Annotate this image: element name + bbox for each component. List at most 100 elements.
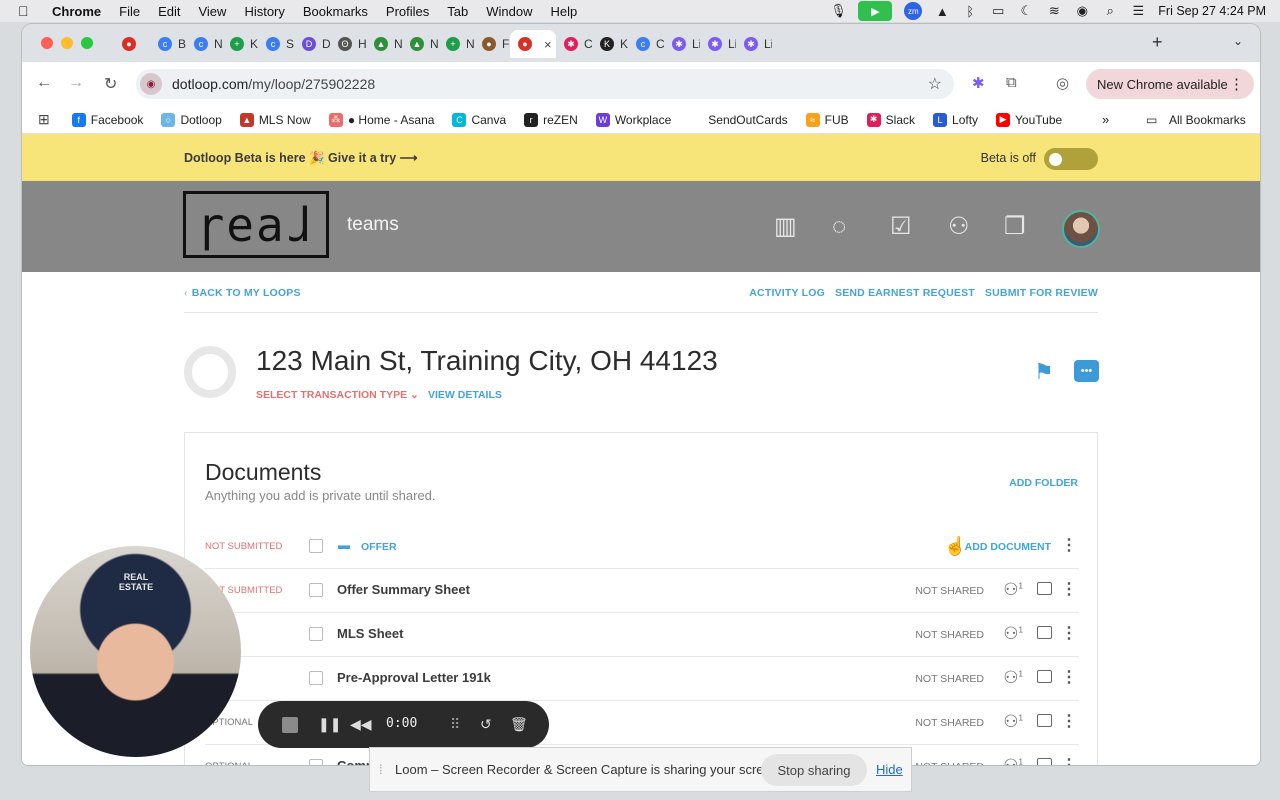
menu-edit[interactable]: Edit	[158, 4, 180, 19]
more-vertical-icon[interactable]: ⋮	[1061, 711, 1077, 731]
folder-name[interactable]: OFFER	[361, 541, 397, 553]
comment-icon[interactable]	[1037, 758, 1052, 765]
stop-sharing-button[interactable]: Stop sharing	[761, 754, 867, 786]
activity-log-link[interactable]: ACTIVITY LOG	[749, 287, 825, 299]
contacts-person-icon[interactable]: ⚇	[948, 215, 970, 239]
document-name[interactable]: Pre-Approval Letter 191k	[337, 670, 491, 685]
browser-tab[interactable]: c Ne	[186, 30, 222, 58]
user-avatar[interactable]	[1064, 212, 1098, 246]
add-folder-link[interactable]: ADD FOLDER	[1009, 477, 1078, 489]
loops-circle-icon[interactable]: ◌	[832, 215, 846, 239]
bookmark-item[interactable]: r reZEN	[524, 112, 578, 127]
participants-icon[interactable]: ⚇1	[1003, 756, 1023, 765]
more-vertical-icon[interactable]: ⋮	[1061, 535, 1077, 555]
browser-tab[interactable]: c Co	[628, 30, 664, 58]
document-row[interactable]: MLS Sheet NOT SHARED ⚇1 ⋮	[205, 613, 1079, 657]
bookmark-item[interactable]: ▶ YouTube	[996, 112, 1062, 127]
participants-icon[interactable]: ⚇1	[1003, 624, 1023, 644]
document-checkbox[interactable]	[309, 671, 323, 685]
comment-icon[interactable]	[1037, 582, 1052, 595]
browser-tab[interactable]: ●	[114, 30, 150, 58]
document-name[interactable]: MLS Sheet	[337, 626, 403, 641]
browser-tab[interactable]: ▲ NC	[402, 30, 438, 58]
bookmark-star-icon[interactable]: ☆	[928, 74, 942, 94]
browser-tab[interactable]: c Bu	[150, 30, 186, 58]
extensions-puzzle-icon[interactable]: ⧉	[1006, 74, 1017, 91]
bookmark-item[interactable]: C Canva	[452, 112, 506, 127]
document-checkbox[interactable]	[309, 759, 323, 765]
delete-trash-icon[interactable]: 🗑	[510, 716, 528, 733]
restart-icon[interactable]: ↺	[480, 716, 492, 733]
more-vertical-icon[interactable]: ⋮	[1061, 623, 1077, 643]
participants-icon[interactable]: ⚇1	[1003, 712, 1023, 732]
menu-app-chrome[interactable]: Chrome	[52, 4, 101, 19]
tasks-checkbox-icon[interactable]: ☑	[890, 215, 912, 239]
extension-star-icon[interactable]: ✱	[972, 74, 985, 92]
more-vertical-icon[interactable]: ⋮	[1061, 579, 1077, 599]
beta-toggle[interactable]	[1044, 148, 1098, 170]
control-center-icon[interactable]: ☰	[1130, 3, 1146, 19]
comment-icon[interactable]	[1037, 714, 1052, 727]
menu-history[interactable]: History	[244, 4, 284, 19]
beta-promo-link[interactable]: Dotloop Beta is here 🎉 Give it a try ⟶	[184, 150, 418, 166]
menu-help[interactable]: Help	[551, 4, 578, 19]
document-checkbox[interactable]	[309, 627, 323, 641]
templates-docs-icon[interactable]: ❐	[1004, 215, 1026, 239]
notification-icon[interactable]: ▲	[934, 4, 950, 19]
loop-address-title[interactable]: 123 Main St, Training City, OH 44123	[256, 345, 718, 377]
battery-icon[interactable]: ▭	[990, 3, 1006, 19]
menu-profiles[interactable]: Profiles	[386, 4, 429, 19]
document-row[interactable]: Pre-Approval Letter 191k NOT SHARED ⚇1 ⋮	[205, 657, 1079, 701]
chat-bubble-icon[interactable]: •••	[1074, 360, 1099, 382]
profile-avatar-icon[interactable]: ◎	[1056, 74, 1069, 92]
reports-chart-icon[interactable]: ▥	[774, 215, 797, 239]
drag-handle-icon[interactable]: ⠿	[450, 716, 460, 733]
more-vertical-icon[interactable]: ⋮	[1061, 667, 1077, 687]
browser-tab[interactable]: ● Fa	[474, 30, 510, 58]
hide-share-bar-link[interactable]: Hide	[876, 762, 903, 777]
browser-tab[interactable]: ▲ NC	[366, 30, 402, 58]
bookmarks-more-icon[interactable]: »	[1102, 112, 1109, 127]
menu-view[interactable]: View	[198, 4, 226, 19]
browser-tab[interactable]: ✱ Lil	[700, 30, 736, 58]
menu-window[interactable]: Window	[486, 4, 532, 19]
apps-grid-icon[interactable]: ⊞	[38, 111, 50, 128]
browser-tab[interactable]: K KG	[592, 30, 628, 58]
comment-icon[interactable]	[1037, 670, 1052, 683]
browser-tab[interactable]: + Ke	[222, 30, 258, 58]
browser-tab[interactable]: ● ×	[510, 30, 556, 58]
bookmark-item[interactable]: L Lofty	[933, 112, 978, 127]
browser-tab[interactable]: c Se	[258, 30, 294, 58]
bookmark-item[interactable]: ≈ FUB	[805, 112, 849, 127]
browser-tab[interactable]: D De	[294, 30, 330, 58]
close-tab-icon[interactable]: ×	[544, 37, 552, 52]
apple-logo-icon[interactable]: 	[18, 3, 40, 19]
browser-tab[interactable]: + NC	[438, 30, 474, 58]
participants-icon[interactable]: ⚇1	[1003, 580, 1023, 600]
tab-search-chevron-icon[interactable]: ⌄	[1228, 34, 1248, 54]
bookmark-item[interactable]: SendOutCards	[689, 112, 788, 127]
participants-icon[interactable]: ⚇1	[1003, 668, 1023, 688]
forward-arrow-icon[interactable]: →	[68, 74, 84, 92]
new-tab-button[interactable]: +	[1152, 32, 1163, 53]
submit-for-review-link[interactable]: SUBMIT FOR REVIEW	[985, 287, 1098, 299]
back-arrow-icon[interactable]: ←	[36, 74, 52, 92]
menu-file[interactable]: File	[119, 4, 140, 19]
microphone-icon[interactable]: 🎙	[830, 3, 847, 19]
more-vertical-icon[interactable]: ⋮	[1061, 755, 1077, 765]
stop-recording-button[interactable]	[282, 717, 298, 733]
webcam-bubble[interactable]: REAL ESTATE	[30, 546, 241, 757]
rewind-icon[interactable]: ◀◀	[350, 716, 372, 733]
address-bar[interactable]: ◉ dotloop.com /my/loop/275902228 ☆	[136, 69, 954, 99]
zoom-icon[interactable]: zm	[904, 2, 923, 20]
folder-checkbox[interactable]	[309, 539, 323, 553]
all-bookmarks-folder[interactable]: All Bookmarks	[1169, 113, 1246, 127]
real-logo[interactable]: ɼeaɺ	[183, 191, 329, 258]
facetime-video-icon[interactable]: ▶	[858, 1, 893, 21]
back-to-loops-link[interactable]: ‹ BACK TO MY LOOPS	[184, 287, 301, 299]
browser-tab[interactable]: ✱ Lil	[736, 30, 772, 58]
transaction-type-dropdown[interactable]: SELECT TRANSACTION TYPE ⌄	[256, 389, 419, 401]
chrome-menu-icon[interactable]: ⋮	[1229, 75, 1244, 93]
menu-bar-clock[interactable]: Fri Sep 27 4:24 PM	[1158, 4, 1266, 18]
bluetooth-icon[interactable]: ᛒ	[962, 4, 978, 19]
